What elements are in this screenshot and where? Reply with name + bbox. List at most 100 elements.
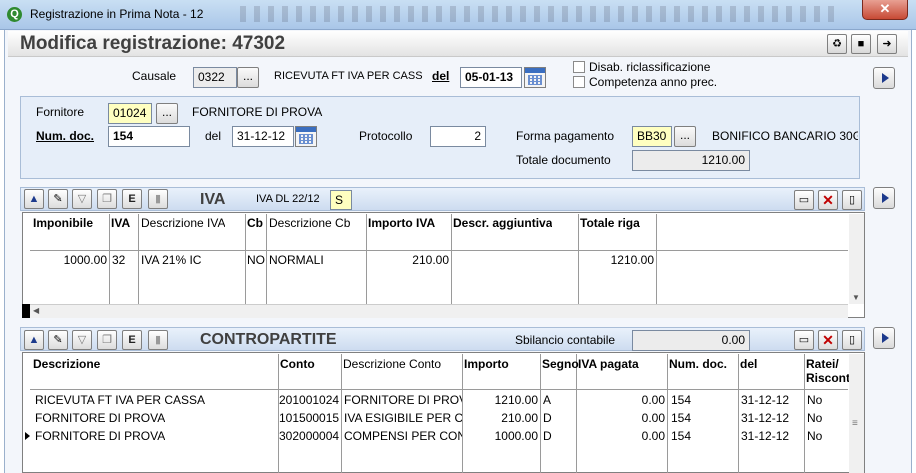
causale-code-field[interactable]: 0322 bbox=[193, 67, 237, 88]
iva-col-importo[interactable]: Importo IVA bbox=[368, 216, 435, 230]
window-icon[interactable]: ▭ bbox=[794, 190, 814, 210]
lock-icon[interactable]: ▮ bbox=[148, 330, 168, 350]
cp-col-conto[interactable]: Conto bbox=[280, 357, 315, 371]
cp-col-descrizione-conto[interactable]: Descrizione Conto bbox=[343, 357, 441, 371]
cp-cell-iva-pagata[interactable]: 0.00 bbox=[578, 429, 665, 443]
iva-cell-cb[interactable]: NO bbox=[247, 253, 265, 267]
fornitore-browse-button[interactable]: ... bbox=[156, 103, 178, 124]
delete-icon[interactable]: ✕ bbox=[818, 190, 838, 210]
cp-cell-ratei[interactable]: No bbox=[807, 393, 822, 407]
protocollo-field[interactable]: 2 bbox=[430, 126, 486, 147]
cp-col-iva-pagata[interactable]: IVA pagata bbox=[578, 357, 639, 371]
cp-cell-del[interactable]: 31-12-12 bbox=[741, 393, 789, 407]
iva-cell-descrizione-cb[interactable]: NORMALI bbox=[269, 253, 324, 267]
calendar-icon[interactable] bbox=[295, 126, 317, 147]
iva-cell-importo[interactable]: 210.00 bbox=[368, 253, 449, 267]
cp-cell-num-doc[interactable]: 154 bbox=[671, 411, 691, 425]
iva-vertical-scrollbar[interactable] bbox=[849, 214, 864, 304]
iva-col-cb[interactable]: Cb bbox=[247, 216, 263, 230]
cp-col-segno[interactable]: Segno bbox=[542, 357, 579, 371]
calendar-icon[interactable] bbox=[524, 67, 546, 88]
cp-col-num-doc[interactable]: Num. doc. bbox=[669, 357, 727, 371]
iva-col-iva[interactable]: IVA bbox=[111, 216, 130, 230]
edit-icon[interactable]: ✎ bbox=[48, 330, 68, 350]
iva-col-descrizione[interactable]: Descrizione IVA bbox=[141, 216, 225, 230]
cp-cell-descrizione[interactable]: RICEVUTA FT IVA PER CASSA bbox=[35, 393, 205, 407]
lock-icon[interactable]: ▮ bbox=[148, 189, 168, 209]
up-icon[interactable]: ▲ bbox=[24, 189, 44, 209]
doc-date-field[interactable]: 31-12-12 bbox=[232, 126, 294, 147]
cp-cell-del[interactable]: 31-12-12 bbox=[741, 429, 789, 443]
close-button[interactable]: ✕ bbox=[862, 0, 908, 20]
cp-col-importo[interactable]: Importo bbox=[464, 357, 509, 371]
cp-cell-segno[interactable]: A bbox=[543, 393, 551, 407]
cp-cell-conto[interactable]: 201001024 bbox=[279, 393, 341, 407]
iva-cell-imponibile[interactable]: 1000.00 bbox=[30, 253, 107, 267]
competenza-checkbox[interactable] bbox=[573, 76, 585, 88]
up-icon[interactable]: ▲ bbox=[24, 330, 44, 350]
causale-label: Causale bbox=[132, 69, 177, 83]
cp-cell-num-doc[interactable]: 154 bbox=[671, 393, 691, 407]
cp-cell-descrizione-conto[interactable]: FORNITORE DI PROV bbox=[344, 393, 462, 407]
cp-cell-descrizione-conto[interactable]: COMPENSI PER CON bbox=[344, 429, 462, 443]
iva-col-descr-aggiuntiva[interactable]: Descr. aggiuntiva bbox=[453, 216, 552, 230]
cp-cell-conto[interactable]: 302000004 bbox=[279, 429, 341, 443]
iva-col-descrizione-cb[interactable]: Descrizione Cb bbox=[269, 216, 350, 230]
new-icon[interactable]: ▯ bbox=[842, 330, 862, 350]
cp-cell-importo[interactable]: 1000.00 bbox=[464, 429, 538, 443]
causale-browse-button[interactable]: ... bbox=[237, 67, 259, 88]
cp-col-descrizione[interactable]: Descrizione bbox=[33, 357, 100, 371]
iva-dl-field[interactable]: S bbox=[330, 190, 352, 210]
contropartite-next-button[interactable] bbox=[873, 327, 895, 349]
excel-icon[interactable]: E bbox=[122, 189, 142, 209]
new-icon[interactable]: ▯ bbox=[842, 190, 862, 210]
forma-pagamento-browse-button[interactable]: ... bbox=[674, 126, 696, 147]
cp-cell-importo[interactable]: 210.00 bbox=[464, 411, 538, 425]
excel-icon[interactable]: E bbox=[122, 330, 142, 350]
iva-next-button[interactable] bbox=[873, 187, 895, 209]
cp-col-ratei-risconti[interactable]: Ratei/ Riscont bbox=[806, 357, 850, 385]
exit-icon[interactable]: ➜ bbox=[877, 34, 897, 54]
cp-cell-num-doc[interactable]: 154 bbox=[671, 429, 691, 443]
scroll-down-icon[interactable]: ▼ bbox=[852, 293, 860, 302]
next-button[interactable] bbox=[873, 67, 895, 89]
cp-cell-del[interactable]: 31-12-12 bbox=[741, 411, 789, 425]
cp-cell-descrizione-conto[interactable]: IVA ESIGIBILE PER C bbox=[344, 411, 462, 425]
cp-cell-importo[interactable]: 1210.00 bbox=[464, 393, 538, 407]
cp-cell-iva-pagata[interactable]: 0.00 bbox=[578, 393, 665, 407]
copy-icon[interactable]: ❐ bbox=[97, 330, 117, 350]
cp-cell-descrizione[interactable]: FORNITORE DI PROVA bbox=[35, 411, 165, 425]
forma-pagamento-label: Forma pagamento bbox=[516, 129, 615, 143]
cp-vertical-scrollbar[interactable] bbox=[849, 354, 864, 473]
save-icon[interactable]: ■ bbox=[851, 34, 871, 54]
iva-col-imponibile[interactable]: Imponibile bbox=[33, 216, 93, 230]
cp-cell-segno[interactable]: D bbox=[543, 411, 552, 425]
cp-cell-segno[interactable]: D bbox=[543, 429, 552, 443]
num-doc-field[interactable]: 154 bbox=[108, 126, 190, 147]
iva-col-divider bbox=[245, 214, 246, 304]
iva-col-totale-riga[interactable]: Totale riga bbox=[580, 216, 640, 230]
cp-cell-ratei[interactable]: No bbox=[807, 429, 822, 443]
iva-cell-iva[interactable]: 32 bbox=[112, 253, 125, 267]
copy-icon[interactable]: ❐ bbox=[97, 189, 117, 209]
edit-icon[interactable]: ✎ bbox=[48, 189, 68, 209]
filter-icon[interactable]: ▽ bbox=[72, 330, 92, 350]
fornitore-code-field[interactable]: 01024 bbox=[108, 103, 152, 124]
scroll-left-icon[interactable]: ◀ bbox=[33, 306, 39, 315]
cp-cell-iva-pagata[interactable]: 0.00 bbox=[578, 411, 665, 425]
cp-cell-conto[interactable]: 101500015 bbox=[279, 411, 341, 425]
filter-icon[interactable]: ▽ bbox=[72, 189, 92, 209]
cp-cell-descrizione[interactable]: FORNITORE DI PROVA bbox=[35, 429, 165, 443]
causale-date-field[interactable]: 05-01-13 bbox=[460, 67, 522, 88]
forma-pagamento-code-field[interactable]: BB30 bbox=[632, 126, 672, 147]
cp-col-del[interactable]: del bbox=[740, 357, 757, 371]
delete-icon[interactable]: ✕ bbox=[818, 330, 838, 350]
scroll-thumb-icon[interactable]: ≡ bbox=[852, 418, 858, 429]
iva-cell-descrizione[interactable]: IVA 21% IC bbox=[141, 253, 201, 267]
recycle-icon[interactable]: ♻ bbox=[827, 34, 847, 54]
iva-cell-totale[interactable]: 1210.00 bbox=[580, 253, 654, 267]
disab-riclassificazione-checkbox[interactable] bbox=[573, 61, 585, 73]
window-icon[interactable]: ▭ bbox=[794, 330, 814, 350]
cp-cell-ratei[interactable]: No bbox=[807, 411, 822, 425]
iva-horizontal-scrollbar[interactable] bbox=[30, 304, 848, 318]
